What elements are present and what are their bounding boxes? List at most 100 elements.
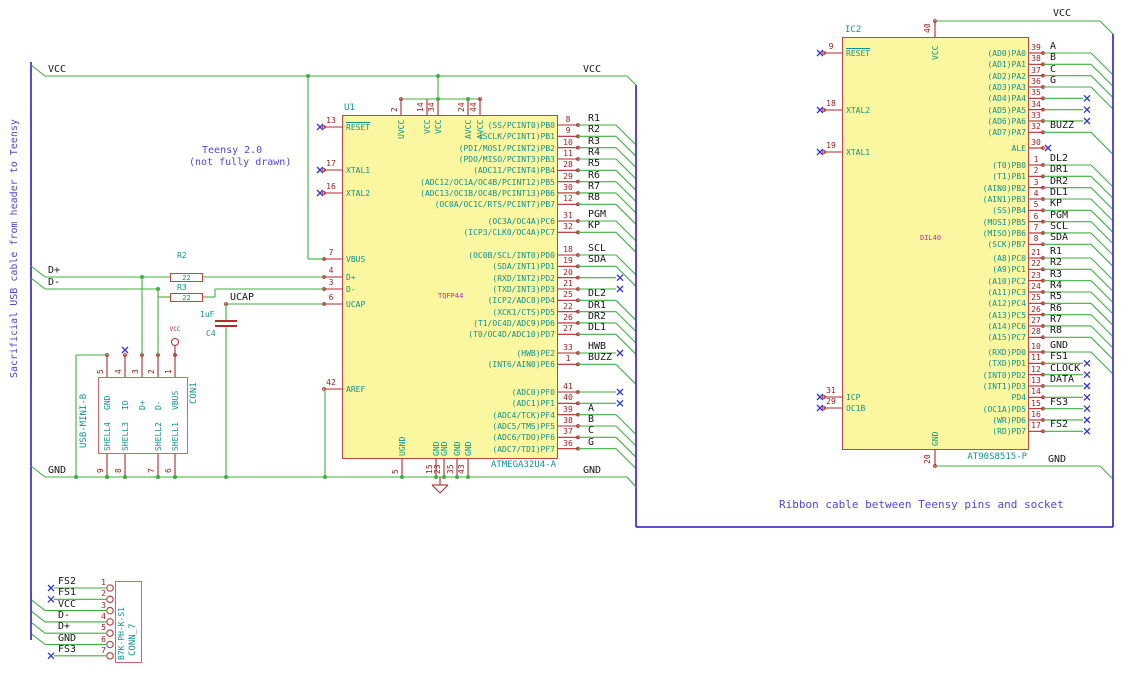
- net-label-pgm[interactable]: PGM: [588, 210, 606, 220]
- net-label-vcc[interactable]: VCC: [1053, 9, 1071, 19]
- net-label-kp[interactable]: KP: [588, 221, 600, 231]
- connector-pad[interactable]: [106, 584, 114, 592]
- net-label-dr1[interactable]: DR1: [1050, 165, 1068, 175]
- ref-r3[interactable]: R3: [177, 283, 187, 292]
- wire[interactable]: [30, 64, 46, 77]
- wire[interactable]: [615, 124, 637, 146]
- wire[interactable]: [1090, 314, 1114, 338]
- wire[interactable]: [615, 135, 637, 157]
- wire[interactable]: [615, 181, 637, 203]
- net-label-buzz[interactable]: BUZZ: [588, 353, 612, 363]
- net-label-r8[interactable]: R8: [1050, 326, 1062, 336]
- net-label-dl2[interactable]: DL2: [588, 289, 606, 299]
- wire[interactable]: [615, 254, 637, 276]
- net-label-vcc[interactable]: VCC: [583, 65, 601, 75]
- wire[interactable]: [1090, 243, 1114, 267]
- wire[interactable]: [1090, 52, 1114, 76]
- wire[interactable]: [1090, 164, 1114, 188]
- wire[interactable]: [1090, 302, 1114, 326]
- wire[interactable]: [615, 363, 637, 385]
- ref-ic2[interactable]: IC2: [845, 26, 861, 35]
- net-label-fs2[interactable]: FS2: [1050, 420, 1068, 430]
- net-label-ucap[interactable]: UCAP: [230, 293, 254, 303]
- wire[interactable]: [615, 322, 637, 344]
- net-label-r5[interactable]: R5: [1050, 292, 1062, 302]
- net-label-a[interactable]: A: [1050, 42, 1056, 52]
- connector-pad[interactable]: [106, 629, 114, 638]
- wire[interactable]: [626, 75, 637, 86]
- net-label-d-[interactable]: D-: [58, 610, 70, 621]
- ref-conn7[interactable]: CONN_7: [128, 623, 138, 656]
- net-label-r6[interactable]: R6: [588, 170, 600, 181]
- wire[interactable]: [626, 476, 637, 488]
- net-label-kp[interactable]: KP: [1050, 199, 1062, 209]
- wire[interactable]: [615, 414, 637, 436]
- wire[interactable]: [1090, 187, 1114, 211]
- net-label-c[interactable]: C: [588, 426, 594, 436]
- net-label-dr1[interactable]: DR1: [588, 300, 606, 311]
- net-label-a[interactable]: A: [588, 403, 594, 414]
- wire[interactable]: [1099, 465, 1114, 480]
- ref-c4[interactable]: C4: [206, 329, 216, 338]
- wire[interactable]: [615, 311, 637, 333]
- net-label-dl1[interactable]: DL1: [1050, 187, 1068, 198]
- wire[interactable]: [615, 203, 637, 225]
- net-label-r3[interactable]: R3: [1050, 269, 1062, 280]
- net-label-r2[interactable]: R2: [1050, 258, 1062, 268]
- net-label-gnd[interactable]: GND: [583, 466, 601, 476]
- connector-pad[interactable]: [106, 618, 114, 626]
- wire[interactable]: [1090, 75, 1114, 99]
- net-label-fs1[interactable]: FS1: [1050, 352, 1068, 362]
- wire[interactable]: [615, 425, 637, 447]
- wire[interactable]: [1090, 232, 1114, 256]
- net-label-gnd[interactable]: GND: [1048, 455, 1066, 465]
- net-label-c[interactable]: C: [1050, 64, 1056, 75]
- net-label-dr2[interactable]: DR2: [1050, 176, 1068, 187]
- wire[interactable]: [1099, 20, 1114, 35]
- wire[interactable]: [615, 231, 637, 253]
- connector-pad[interactable]: [106, 606, 114, 615]
- wire[interactable]: [30, 599, 46, 612]
- net-label-r4[interactable]: R4: [1050, 280, 1062, 291]
- net-label-fs3[interactable]: FS3: [58, 644, 76, 655]
- net-label-scl[interactable]: SCL: [588, 244, 606, 254]
- net-label-r1[interactable]: R1: [1050, 247, 1062, 257]
- net-label-fs1[interactable]: FS1: [58, 588, 76, 598]
- net-label-r8[interactable]: R8: [588, 193, 600, 203]
- net-label-fs3[interactable]: FS3: [1050, 397, 1068, 408]
- wire[interactable]: [30, 633, 46, 645]
- net-label-b[interactable]: B: [1050, 53, 1056, 63]
- net-label-vcc[interactable]: VCC: [58, 599, 76, 610]
- net-label-r1[interactable]: R1: [588, 114, 600, 124]
- wire[interactable]: [30, 265, 46, 278]
- wire[interactable]: [1090, 175, 1114, 199]
- wire[interactable]: [30, 621, 46, 634]
- wire[interactable]: [1090, 257, 1114, 281]
- wire[interactable]: [1090, 86, 1114, 110]
- wire[interactable]: [615, 169, 637, 191]
- wire[interactable]: [1090, 221, 1114, 245]
- wire[interactable]: [1090, 291, 1114, 315]
- net-label-scl[interactable]: SCL: [1050, 221, 1068, 232]
- ref-con1[interactable]: CON1: [189, 382, 199, 404]
- net-label-dplus[interactable]: D+: [48, 266, 60, 276]
- net-label-vcc[interactable]: VCC: [48, 65, 66, 75]
- net-label-dminus[interactable]: D-: [48, 278, 60, 288]
- wire[interactable]: [615, 147, 637, 169]
- net-label-hwb[interactable]: HWB: [588, 342, 606, 352]
- wire[interactable]: [1090, 131, 1114, 155]
- net-label-gnd[interactable]: GND: [48, 466, 66, 476]
- wire[interactable]: [615, 436, 637, 458]
- wire[interactable]: [615, 448, 637, 470]
- net-label-dl2[interactable]: DL2: [1050, 154, 1068, 164]
- net-label-g[interactable]: G: [1050, 75, 1056, 86]
- wire[interactable]: [30, 277, 46, 290]
- ref-r2[interactable]: R2: [177, 251, 187, 260]
- connector-pad[interactable]: [106, 595, 114, 604]
- net-label-r3[interactable]: R3: [588, 136, 600, 147]
- net-label-r4[interactable]: R4: [588, 147, 600, 158]
- net-label-dl1[interactable]: DL1: [588, 323, 606, 333]
- wire[interactable]: [615, 158, 637, 180]
- net-label-data[interactable]: DATA: [1050, 374, 1074, 385]
- net-label-r7[interactable]: R7: [1050, 314, 1062, 325]
